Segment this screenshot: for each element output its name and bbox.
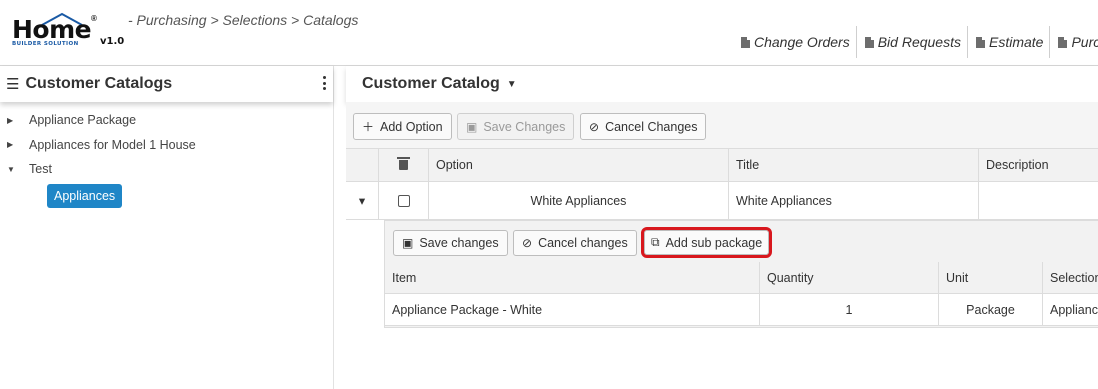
breadcrumb: - Purchasing > Selections > Catalogs	[128, 12, 359, 28]
plus-icon: ＋	[362, 120, 375, 134]
save-changes-button[interactable]: ▣ Save Changes	[457, 113, 575, 140]
sub-table-row[interactable]: Appliance Package - White 1 Package Appl…	[385, 294, 1098, 326]
bid-requests-label: Bid Requests	[877, 34, 961, 50]
logo-subtitle: BUILDER SOLUTION	[12, 41, 79, 47]
table-row[interactable]: ▾ White Appliances White Appliances	[346, 182, 1098, 220]
detail-cancel-label: Cancel changes	[538, 236, 628, 250]
option-column-header[interactable]: Option	[428, 149, 728, 181]
change-orders-link[interactable]: Change Orders	[733, 26, 856, 58]
collapse-row-icon[interactable]: ▾	[346, 182, 378, 219]
bid-requests-link[interactable]: Bid Requests	[855, 26, 967, 58]
menu-icon[interactable]: ☰	[6, 75, 19, 93]
cancel-changes-label: Cancel Changes	[605, 119, 698, 134]
document-icon	[976, 36, 985, 48]
option-cell[interactable]: White Appliances	[428, 182, 728, 219]
add-option-button[interactable]: ＋ Add Option	[353, 113, 452, 140]
title-column-header[interactable]: Title	[728, 149, 978, 181]
change-orders-label: Change Orders	[754, 34, 850, 50]
delete-column-header[interactable]	[378, 149, 428, 181]
calculator-icon	[1058, 36, 1068, 48]
more-options-icon[interactable]	[323, 75, 327, 91]
grid-header-row: Option Title Description	[346, 149, 1098, 182]
dropdown-caret-icon[interactable]: ▼	[507, 79, 517, 90]
unit-cell[interactable]: Package	[938, 294, 1042, 325]
detail-save-label: Save changes	[419, 236, 499, 250]
catalog-header[interactable]: Customer Catalog ▼	[346, 66, 1098, 102]
unit-column-header[interactable]: Unit	[938, 262, 1042, 293]
sidebar-title: Customer Catalogs	[25, 75, 173, 92]
collapse-arrow-icon[interactable]: ▼	[7, 165, 16, 174]
save-icon: ▣	[466, 119, 478, 134]
tree-item-label: Test	[29, 162, 52, 177]
stack-plus-icon: ⧉	[651, 235, 660, 249]
logo-version: v1.0	[100, 36, 125, 47]
item-column-header[interactable]: Item	[385, 262, 759, 293]
save-icon: ▣	[402, 236, 414, 250]
description-column-header[interactable]: Description	[978, 149, 1098, 181]
options-grid: Option Title Description ▾ White Applian…	[346, 149, 1098, 220]
estimate-label: Estimate	[989, 34, 1044, 50]
sidebar-header: ☰ Customer Catalogs	[0, 66, 333, 102]
logo-word: Home	[12, 15, 92, 44]
cancel-icon: ⊘	[522, 236, 533, 250]
top-nav-links: Change Orders Bid Requests Estimate Purc…	[733, 26, 1098, 58]
cancel-changes-button[interactable]: ⊘ Cancel Changes	[580, 113, 707, 140]
sub-grid-header-row: Item Quantity Unit Selection	[385, 262, 1098, 294]
row-select-checkbox[interactable]	[378, 182, 428, 219]
tree-item-label: Appliance Package	[29, 113, 137, 128]
purchase-link[interactable]: Purcha	[1049, 26, 1098, 58]
add-option-label: Add Option	[380, 119, 443, 134]
estimate-link[interactable]: Estimate	[967, 26, 1049, 58]
document-icon	[864, 36, 874, 48]
catalog-toolbar: ＋ Add Option ▣ Save Changes ⊘ Cancel Cha…	[346, 102, 1098, 149]
cancel-icon: ⊘	[589, 119, 600, 134]
selection-cell[interactable]: Applianc	[1042, 294, 1098, 325]
expand-arrow-icon[interactable]: ▶	[7, 140, 16, 149]
catalog-tree: ▶ Appliance Package ▶ Appliances for Mod…	[0, 102, 333, 208]
detail-save-changes-button[interactable]: ▣ Save changes	[393, 230, 508, 256]
trash-icon	[397, 157, 410, 170]
checkbox-icon	[397, 194, 410, 207]
quantity-cell[interactable]: 1	[759, 294, 938, 325]
tree-item-label: Appliances for Model 1 House	[29, 137, 196, 152]
logo-registered: ®	[91, 14, 97, 23]
title-cell[interactable]: White Appliances	[728, 182, 978, 219]
sub-items-grid: Item Quantity Unit Selection Appliance P…	[385, 262, 1098, 326]
selection-column-header[interactable]: Selection	[1042, 262, 1098, 293]
catalogs-sidebar: ☰ Customer Catalogs ▶ Appliance Package …	[0, 66, 334, 389]
catalog-title: Customer Catalog	[362, 75, 500, 92]
tree-item-appliance-package[interactable]: ▶ Appliance Package	[0, 108, 333, 133]
quantity-column-header[interactable]: Quantity	[759, 262, 938, 293]
document-icon	[741, 36, 750, 48]
save-changes-label: Save Changes	[483, 119, 566, 134]
add-sub-package-label: Add sub package	[665, 235, 763, 250]
app-header: Home ® BUILDER SOLUTION v1.0 - Purchasin…	[0, 0, 1098, 66]
description-cell[interactable]	[978, 182, 1098, 219]
purchase-label: Purcha	[1071, 34, 1098, 50]
tree-child-container: Appliances	[0, 183, 333, 208]
detail-cancel-changes-button[interactable]: ⊘ Cancel changes	[513, 230, 637, 256]
tree-item-test[interactable]: ▼ Test	[0, 157, 333, 182]
home-builder-logo[interactable]: Home ® BUILDER SOLUTION v1.0	[10, 12, 125, 52]
tree-item-appliances-selected[interactable]: Appliances	[47, 183, 123, 208]
sub-package-detail: ▣ Save changes ⊘ Cancel changes ⧉ Add su…	[384, 220, 1098, 328]
add-sub-package-button[interactable]: ⧉ Add sub package	[640, 227, 773, 258]
item-cell[interactable]: Appliance Package - White	[385, 294, 759, 325]
expand-arrow-icon[interactable]: ▶	[7, 116, 16, 125]
catalog-panel: Customer Catalog ▼ ＋ Add Option ▣ Save C…	[346, 66, 1098, 389]
tree-item-appliances-model-1[interactable]: ▶ Appliances for Model 1 House	[0, 133, 333, 158]
